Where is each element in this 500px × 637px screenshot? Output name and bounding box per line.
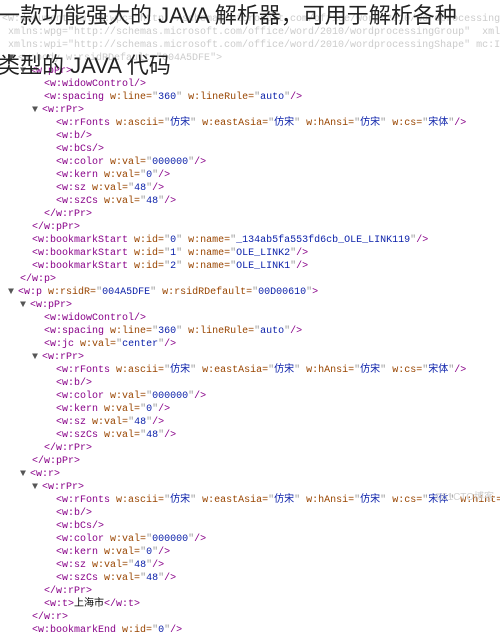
fold-arrow[interactable]: ▼ (8, 286, 18, 299)
xml-header-3: xmlns:wpi="http://schemas.microsoft.com/… (2, 40, 500, 51)
title-line-2: 类型的 JAVA 代码 (0, 52, 171, 81)
fold-arrow[interactable]: ▼ (20, 299, 30, 312)
fold-arrow[interactable]: ▼ (20, 468, 30, 481)
text-node: 上海市 (74, 599, 104, 610)
watermark: ©51CTO博客 (435, 491, 494, 504)
xml-source: <w:document xmlns:wpc="http://schemas.mi… (2, 0, 500, 637)
fold-arrow[interactable]: ▼ (32, 104, 42, 117)
fold-arrow[interactable]: ▼ (32, 481, 42, 494)
fold-arrow[interactable]: ▼ (32, 351, 42, 364)
title-line-1: 一款功能强大的 JAVA 解析器，可用于解析各种 (0, 2, 457, 31)
